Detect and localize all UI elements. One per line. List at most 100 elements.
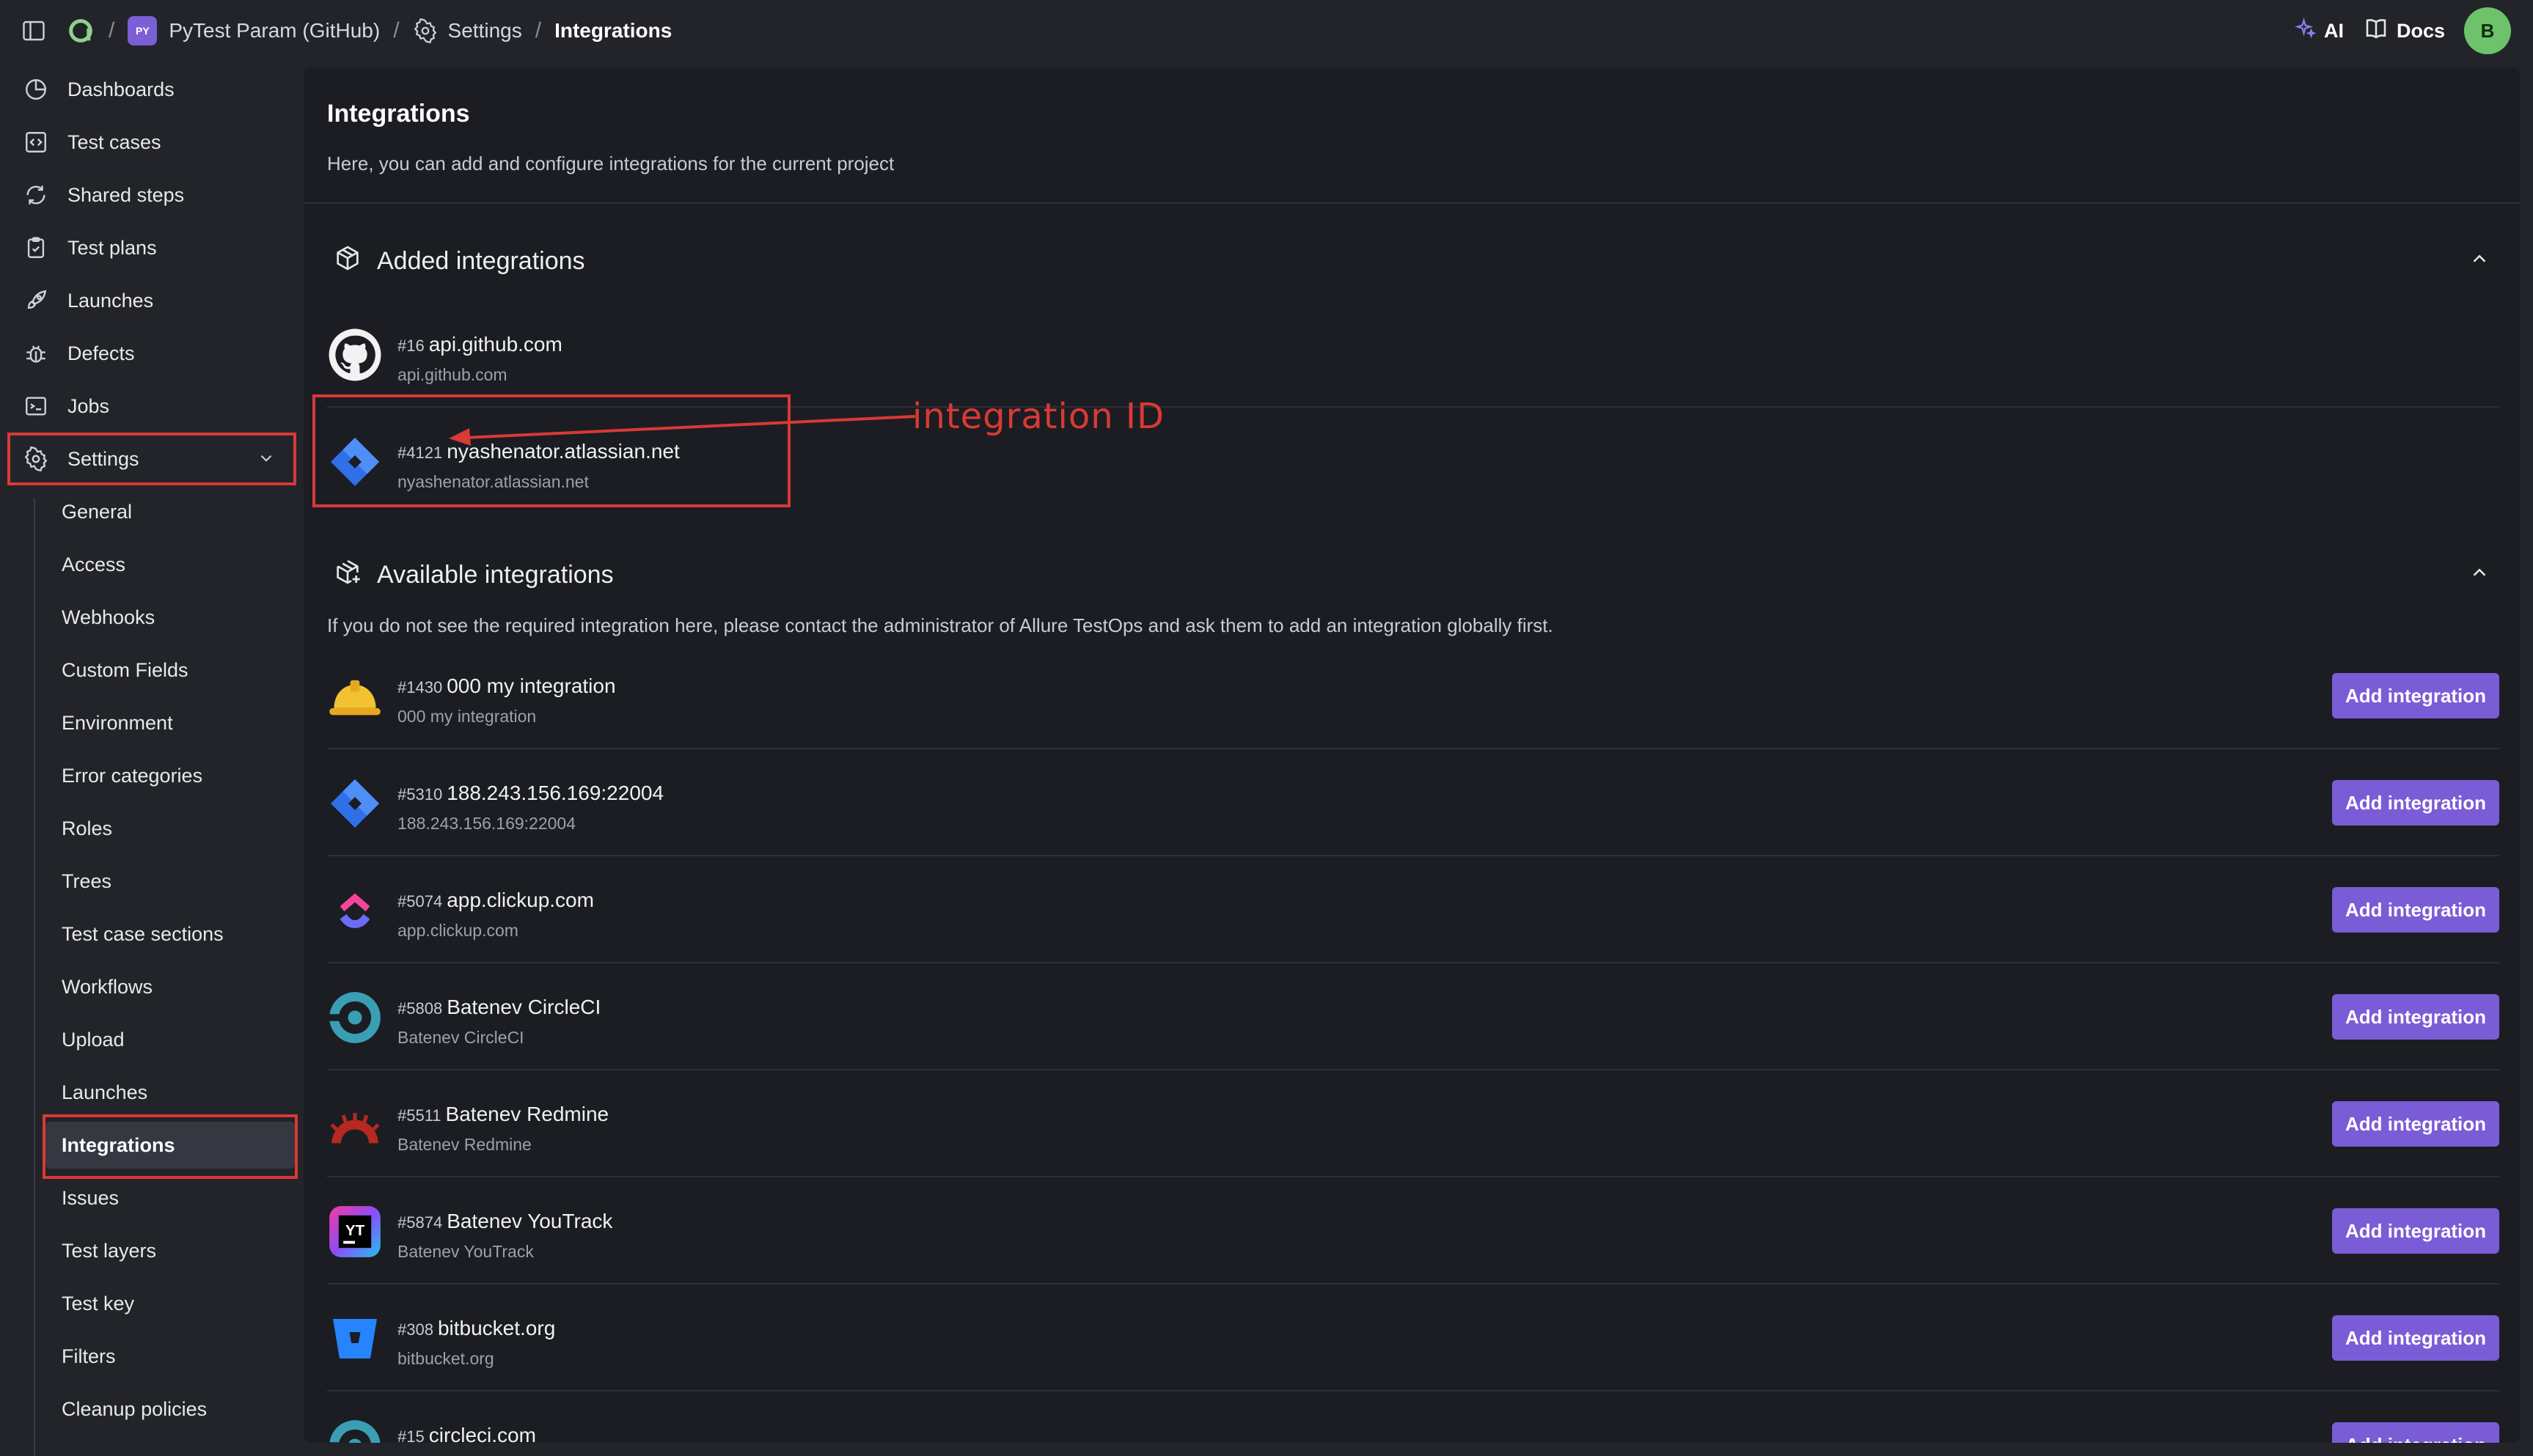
sidebar-item-test-cases[interactable]: Test cases — [13, 119, 293, 166]
submenu-item-roles[interactable]: Roles — [45, 805, 295, 852]
integration-host: Batenev Redmine — [397, 1135, 532, 1154]
project-badge: PY — [128, 16, 158, 45]
integration-host: Batenev YouTrack — [397, 1242, 534, 1261]
sidebar-item-dashboards[interactable]: Dashboards — [13, 66, 293, 113]
submenu-item-access[interactable]: Access — [45, 541, 295, 588]
annotation-label: integration ID — [912, 396, 1165, 437]
sidebar-item-shared-steps[interactable]: Shared steps — [13, 172, 293, 218]
integration-name: Batenev CircleCI — [447, 996, 601, 1018]
submenu-item-cleanup-policies[interactable]: Cleanup policies — [45, 1386, 295, 1433]
user-avatar[interactable]: B — [2464, 7, 2511, 54]
terminal-icon — [21, 391, 51, 422]
integration-row[interactable]: #5310 188.243.156.169:22004 188.243.156.16… — [327, 749, 2499, 856]
submenu-item-upload[interactable]: Upload — [45, 1016, 295, 1063]
integration-host: 188.243.156.169:22004 — [397, 814, 576, 833]
allure-logo-icon[interactable] — [66, 16, 95, 45]
submenu-item-issues[interactable]: Issues — [45, 1174, 295, 1221]
code-icon — [21, 127, 51, 158]
chevron-up-icon[interactable] — [2468, 562, 2490, 587]
breadcrumb-current: Integrations — [554, 19, 672, 42]
annotation-arrow — [449, 415, 916, 446]
ai-label: AI — [2323, 19, 2344, 42]
sidebar-item-test-plans[interactable]: Test plans — [13, 224, 293, 271]
integration-name: 000 my integration — [447, 674, 616, 697]
integration-id: #5310 — [397, 785, 443, 804]
submenu-item-workflows[interactable]: Workflows — [45, 963, 295, 1010]
add-integration-button[interactable]: Add integration — [2332, 1422, 2499, 1443]
ai-button[interactable]: AI — [2294, 17, 2344, 45]
breadcrumb-settings[interactable]: Settings — [448, 19, 522, 43]
integration-row[interactable]: #15circleci.com Add integration — [327, 1391, 2499, 1443]
add-integration-button[interactable]: Add integration — [2332, 1208, 2499, 1254]
integration-title: #5511 Batenev Redmine — [397, 1103, 609, 1126]
docs-button[interactable]: Docs — [2363, 15, 2445, 47]
integration-host: 000 my integration — [397, 707, 537, 726]
integration-row[interactable]: #5074 app.clickup.com app.clickup.com Add i… — [327, 856, 2499, 963]
add-integration-button[interactable]: Add integration — [2332, 887, 2499, 933]
integration-title: #5874 Batenev YouTrack — [397, 1210, 612, 1233]
svg-text:YT: YT — [345, 1222, 365, 1239]
breadcrumb-project[interactable]: PyTest Param (GitHub) — [169, 19, 380, 43]
circleci-icon — [327, 990, 383, 1045]
chevron-up-icon[interactable] — [2468, 248, 2490, 273]
hardhat-icon — [327, 669, 383, 724]
sparkle-icon — [2294, 17, 2317, 45]
submenu-item-launches[interactable]: Launches — [45, 1069, 295, 1116]
add-integration-button[interactable]: Add integration — [2332, 780, 2499, 826]
sidebar-item-launches[interactable]: Launches — [13, 277, 293, 324]
add-integration-button[interactable]: Add integration — [2332, 994, 2499, 1040]
integration-name: Batenev Redmine — [445, 1103, 609, 1125]
integration-id: #308 — [397, 1320, 433, 1339]
integration-row[interactable]: #5511 Batenev Redmine Batenev Redmine Add i… — [327, 1070, 2499, 1177]
integration-title: #15 circleci.com — [397, 1424, 536, 1443]
sidebar-item-label: Dashboards — [67, 78, 175, 100]
clipboard-icon — [21, 232, 51, 263]
submenu-item-trees[interactable]: Trees — [45, 858, 295, 905]
gear-icon — [21, 444, 51, 474]
sidebar-item-label: Launches — [67, 289, 154, 312]
integration-host: Batenev CircleCI — [397, 1028, 524, 1047]
top-right-actions: AI Docs B — [2294, 7, 2511, 54]
sidebar-item-jobs[interactable]: Jobs — [13, 383, 293, 430]
submenu-item-test-layers[interactable]: Test layers — [45, 1227, 295, 1274]
sidebar-item-label: Test plans — [67, 236, 157, 259]
integration-id: #5074 — [397, 892, 443, 911]
integration-row[interactable]: #5808 Batenev CircleCI Batenev CircleCI Add… — [327, 963, 2499, 1070]
submenu-item-filters[interactable]: Filters — [45, 1333, 295, 1380]
submenu-item-test-key[interactable]: Test key — [45, 1280, 295, 1327]
sidebar-item-label: Shared steps — [67, 183, 185, 206]
integration-id: #15 — [397, 1427, 425, 1443]
submenu-item-test-case-sections[interactable]: Test case sections — [45, 911, 295, 957]
chevron-down-icon[interactable] — [257, 449, 276, 473]
add-integration-button[interactable]: Add integration — [2332, 673, 2499, 718]
bitbucket-icon — [327, 1311, 383, 1367]
add-integration-button[interactable]: Add integration — [2332, 1315, 2499, 1361]
submenu-item-integrations[interactable]: Integrations — [45, 1122, 295, 1169]
integration-title: #5310 188.243.156.169:22004 — [397, 782, 664, 805]
integration-title: #5074 app.clickup.com — [397, 889, 594, 912]
integration-row[interactable]: #1430 000 my integration 000 my integratio… — [327, 642, 2499, 749]
integration-title: #308 bitbucket.org — [397, 1317, 555, 1340]
integration-name: app.clickup.com — [447, 889, 594, 911]
book-icon — [2363, 15, 2389, 47]
integration-name: 188.243.156.169:22004 — [447, 782, 664, 804]
dashboard-icon — [21, 74, 51, 105]
integration-name: bitbucket.org — [437, 1317, 556, 1339]
integration-row[interactable]: #308 bitbucket.org bitbucket.org Add integr… — [327, 1284, 2499, 1391]
submenu-item-webhooks[interactable]: Webhooks — [45, 594, 295, 641]
sidebar-item-settings[interactable]: Settings — [13, 435, 293, 482]
jira-icon — [327, 776, 383, 831]
integration-row[interactable]: YT #5874 Batenev YouTrack Batenev YouTrack A… — [327, 1177, 2499, 1284]
add-integration-button[interactable]: Add integration — [2332, 1101, 2499, 1147]
submenu-item-custom-fields[interactable]: Custom Fields — [45, 647, 295, 694]
submenu-item-environment[interactable]: Environment — [45, 699, 295, 746]
sidebar-item-label: Test cases — [67, 130, 161, 153]
integration-host: app.clickup.com — [397, 921, 518, 940]
submenu-item-general[interactable]: General — [45, 488, 295, 535]
sidebar-item-defects[interactable]: Defects — [13, 330, 293, 377]
submenu-rail — [34, 499, 35, 1456]
submenu-item-error-categories[interactable]: Error categories — [45, 752, 295, 799]
sidebar-toggle-icon[interactable] — [21, 18, 47, 44]
bug-icon — [21, 338, 51, 369]
integration-id: #5511 — [397, 1106, 441, 1125]
